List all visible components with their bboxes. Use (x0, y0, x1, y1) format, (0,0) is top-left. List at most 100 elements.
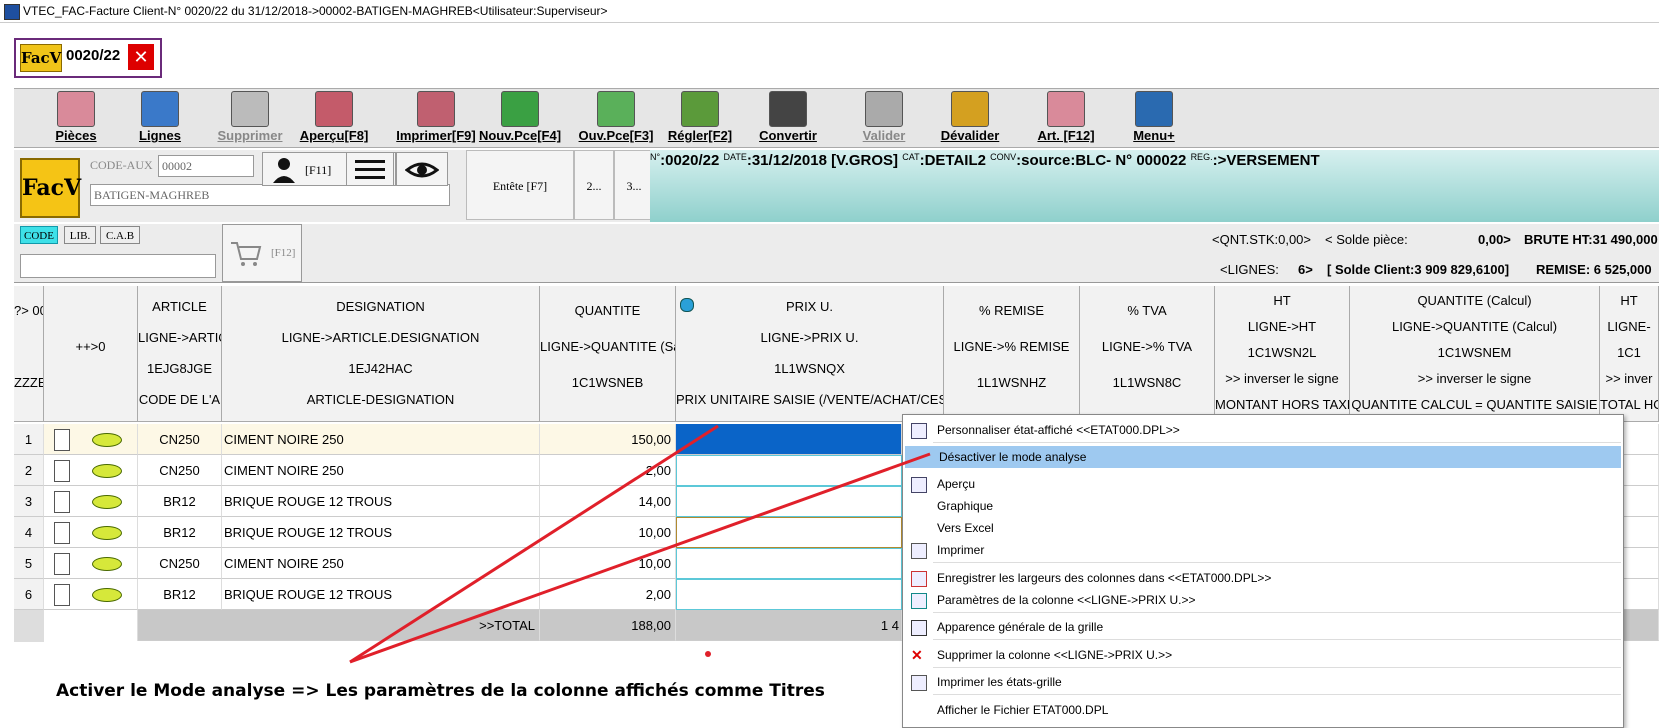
column-header-0[interactable]: ?> 00 ZZZE (14, 286, 44, 422)
column-header-5[interactable]: PRIX U. LIGNE->PRIX U. 1L1WSNQX PRIX UNITAI… (676, 286, 944, 422)
toolbar-button-6[interactable]: Ouv.Pce[F3] (576, 91, 656, 143)
toolbar-button-label: Supprimer (217, 128, 283, 143)
prix-u-cell[interactable] (676, 548, 902, 579)
toolbar-button-label: Valider (862, 128, 906, 143)
column-header-line: >> inverser le signe (1417, 371, 1532, 386)
context-menu-item[interactable]: Imprimer les états-grille (903, 671, 1623, 693)
context-menu-item-label: Enregistrer les largeurs des colonnes da… (937, 571, 1272, 585)
pieces-icon (57, 91, 95, 127)
row-eye-icon[interactable] (92, 588, 122, 602)
prix-u-cell[interactable] (676, 579, 902, 610)
column-header-2[interactable]: ARTICLE LIGNE->ARTIC 1EJG8JGE CODE DE L'A (138, 286, 222, 422)
context-menu-item[interactable]: ✕ Supprimer la colonne <<LIGNE->PRIX U.>> (903, 644, 1623, 666)
toolbar-button-3[interactable]: Aperçu[F8] (294, 91, 374, 143)
column-header-7[interactable]: % TVA LIGNE->% TVA 1L1WSN8C (1080, 286, 1215, 422)
row-controls[interactable] (44, 455, 138, 486)
prix-u-cell[interactable] (676, 517, 902, 548)
row-eye-icon[interactable] (92, 526, 122, 540)
row-controls[interactable] (44, 548, 138, 579)
close-tab-button[interactable]: ✕ (128, 44, 154, 70)
toolbar-button-8[interactable]: Convertir (748, 91, 828, 143)
printer-icon (417, 91, 455, 127)
toolbar-button-label: Art. [F12] (1037, 128, 1095, 143)
menu-separator (933, 667, 1621, 668)
document-info: N°:0020/22 DATE:31/12/2018 [V.GROS] CAT:… (650, 152, 1320, 169)
context-menu-item[interactable]: Graphique (903, 495, 1623, 517)
toolbar-button-9[interactable]: Valider (844, 91, 924, 143)
quantity-cell: 10,00 (540, 548, 676, 579)
row-checkbox[interactable] (54, 522, 70, 544)
row-controls[interactable] (44, 579, 138, 610)
row-controls[interactable] (44, 517, 138, 548)
code-aux-label: CODE-AUX (90, 158, 153, 172)
solde-piece-value: 0,00> (1478, 232, 1511, 247)
toolbar-button-0[interactable]: Pièces (36, 91, 116, 143)
row-checkbox[interactable] (54, 460, 70, 482)
prix-u-cell[interactable] (676, 486, 902, 517)
row-checkbox[interactable] (54, 584, 70, 606)
article-search-input[interactable] (20, 254, 216, 278)
search-by-cab-button[interactable]: C.A.B (100, 226, 140, 244)
date-label: DATE (723, 152, 747, 162)
column-header-8[interactable]: HT LIGNE->HT 1C1WSN2L >> inverser le signe M… (1215, 286, 1350, 422)
search-by-code-button[interactable]: CODE (20, 226, 58, 244)
row-controls[interactable] (44, 424, 138, 455)
row-checkbox[interactable] (54, 429, 70, 451)
context-menu-item-label: Graphique (937, 499, 994, 513)
tab-3[interactable]: 3... (614, 150, 654, 220)
row-controls[interactable] (44, 486, 138, 517)
tab-entete[interactable]: Entête [F7] (466, 150, 574, 220)
toolbar-button-1[interactable]: Lignes (120, 91, 200, 143)
hamburger-button[interactable] (346, 152, 394, 186)
doc-type-logo: FacV (20, 158, 81, 218)
open-doc-icon (597, 91, 635, 127)
context-menu-item[interactable]: Désactiver le mode analyse (905, 446, 1621, 468)
brute-ht: BRUTE HT:31 490,000 (1524, 232, 1658, 247)
column-header-4[interactable]: QUANTITE LIGNE->QUANTITE (Sa 1C1WSNEB (540, 286, 676, 422)
column-header-3[interactable]: DESIGNATION LIGNE->ARTICLE.DESIGNATION 1EJ… (222, 286, 540, 422)
view-button[interactable] (396, 152, 448, 186)
prix-u-cell[interactable] (676, 455, 902, 486)
toolbar-button-5[interactable]: Nouv.Pce[F4] (474, 91, 566, 143)
context-menu-item[interactable]: Enregistrer les largeurs des colonnes da… (903, 567, 1623, 589)
search-by-lib-button[interactable]: LIB. (64, 226, 96, 244)
column-header-line (44, 300, 137, 322)
column-header-line: PRIX U. (786, 299, 833, 314)
row-checkbox[interactable] (54, 553, 70, 575)
row-checkbox[interactable] (54, 491, 70, 513)
cart-button[interactable]: [F12] (222, 224, 302, 282)
context-menu-item-label: Paramètres de la colonne <<LIGNE->PRIX U… (937, 593, 1196, 607)
row-eye-icon[interactable] (92, 433, 122, 447)
context-menu-item[interactable]: Imprimer (903, 539, 1623, 561)
tools-icon (911, 620, 927, 636)
row-eye-icon[interactable] (92, 495, 122, 509)
context-menu-item[interactable]: Vers Excel (903, 517, 1623, 539)
toolbar-button-7[interactable]: Régler[F2] (660, 91, 740, 143)
context-menu-item[interactable]: Afficher le Fichier ETAT000.DPL (903, 699, 1623, 721)
client-name-field[interactable]: BATIGEN-MAGHREB (90, 184, 450, 206)
row-eye-icon[interactable] (92, 557, 122, 571)
toolbar-button-10[interactable]: Dévalider (930, 91, 1010, 143)
analysis-mode-icon[interactable] (680, 298, 694, 312)
row-eye-icon[interactable] (92, 464, 122, 478)
column-header-9[interactable]: QUANTITE (Calcul) LIGNE->QUANTITE (Calcul… (1350, 286, 1600, 422)
column-header-1[interactable]: ++>0 (44, 286, 138, 422)
remise-total: REMISE: 6 525,000 (1536, 262, 1652, 277)
code-aux-field[interactable]: 00002 (158, 155, 254, 177)
toolbar-button-12[interactable]: Menu+ (1114, 91, 1194, 143)
toolbar-button-11[interactable]: Art. [F12] (1026, 91, 1106, 143)
document-tab[interactable]: FacV 0020/22 ✕ (14, 38, 162, 78)
column-header-line: ++>0 (75, 339, 106, 354)
context-menu-item[interactable]: Paramètres de la colonne <<LIGNE->PRIX U… (903, 589, 1623, 611)
column-header-10[interactable]: HT LIGNE- 1C1 >> inver TOTAL HO (1600, 286, 1659, 422)
toolbar-button-2[interactable]: Supprimer (210, 91, 290, 143)
column-header-line: 1C1 (1617, 345, 1641, 360)
context-menu-item[interactable]: Personnaliser état-affiché <<ETAT000.DPL… (903, 419, 1623, 441)
tab-2[interactable]: 2... (574, 150, 614, 220)
prix-u-cell[interactable] (676, 424, 902, 455)
toolbar-button-4[interactable]: Imprimer[F9] (390, 91, 482, 143)
context-menu-item[interactable]: Aperçu (903, 473, 1623, 495)
column-header-6[interactable]: % REMISE LIGNE->% REMISE 1L1WSNHZ (944, 286, 1080, 422)
delete-x-icon: ✕ (911, 647, 923, 663)
context-menu-item[interactable]: Apparence générale de la grille (903, 616, 1623, 638)
